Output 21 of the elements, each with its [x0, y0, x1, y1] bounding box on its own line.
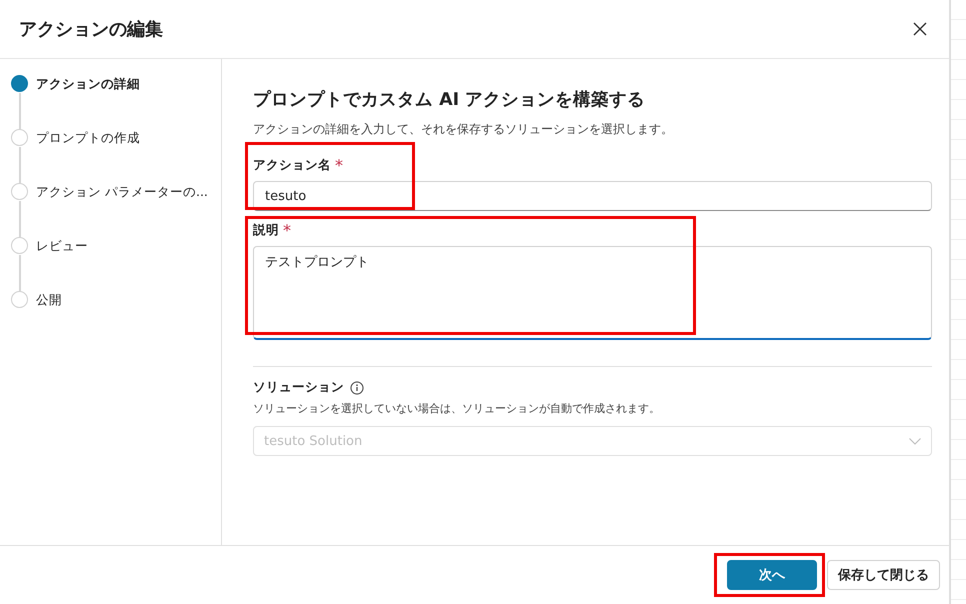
field-label: アクション名 — [253, 157, 331, 174]
next-button[interactable]: 次へ — [727, 560, 817, 590]
info-icon[interactable] — [350, 380, 364, 394]
solution-hint: ソリューションを選択していない場合は、ソリューションが自動で作成されます。 — [253, 401, 661, 416]
description-field[interactable]: テストプロンプト — [253, 246, 932, 340]
step-label[interactable]: アクションの詳細 — [36, 75, 140, 93]
step-label[interactable]: アクション パラメーターの... — [36, 183, 208, 201]
required-mark: * — [283, 221, 291, 240]
step-label[interactable]: 公開 — [36, 291, 62, 309]
chevron-down-icon — [909, 438, 921, 444]
action-name-field[interactable]: tesuto — [253, 181, 932, 211]
required-mark: * — [335, 156, 343, 175]
step-label[interactable]: レビュー — [36, 237, 88, 255]
save-close-button[interactable]: 保存して閉じる — [827, 560, 940, 590]
section-heading: プロンプトでカスタム AI アクションを構築する — [253, 88, 646, 111]
section-description: アクションの詳細を入力して、それを保存するソリューションを選択します。 — [253, 121, 674, 138]
field-label: 説明 — [253, 222, 279, 239]
dialog-title: アクションの編集 — [19, 18, 163, 41]
solution-label: ソリューション — [253, 379, 344, 396]
close-icon — [913, 22, 927, 36]
step-label[interactable]: プロンプトの作成 — [36, 129, 140, 147]
